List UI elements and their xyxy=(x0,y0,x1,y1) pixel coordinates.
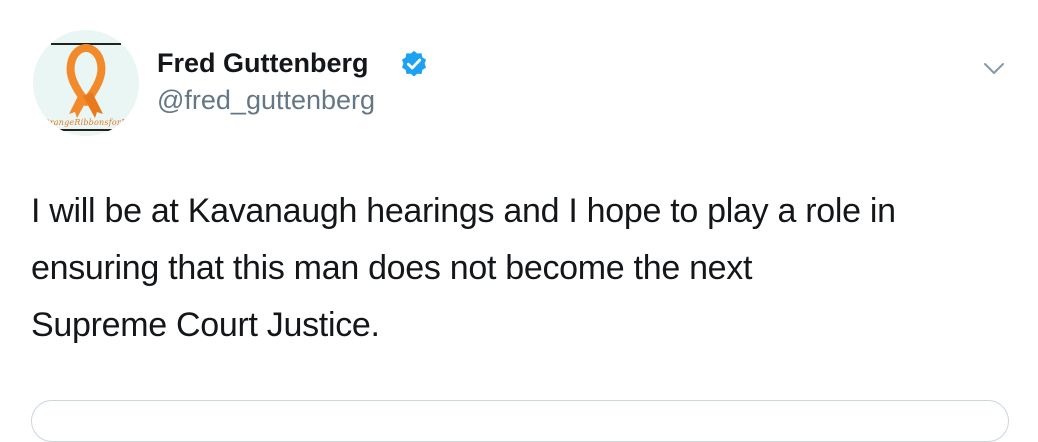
tweet-text: I will be at Kavanaugh hearings and I ho… xyxy=(31,183,1021,354)
chevron-down-icon[interactable] xyxy=(980,54,1008,82)
verified-badge-icon xyxy=(402,50,426,77)
author-handle[interactable]: @fred_guttenberg xyxy=(157,84,375,116)
tweet-card[interactable]: OrangeRibbonsforJa Fred Guttenberg @fred… xyxy=(0,0,1038,442)
avatar[interactable]: OrangeRibbonsforJa xyxy=(33,30,139,136)
avatar-caption: OrangeRibbonsforJa xyxy=(43,118,130,127)
embedded-card[interactable] xyxy=(31,400,1009,442)
tweet-text-line: ensuring that this man does not become t… xyxy=(31,249,753,287)
tweet-text-line: Supreme Court Justice. xyxy=(31,306,380,344)
author-display-name[interactable]: Fred Guttenberg xyxy=(157,47,369,79)
tweet-text-line: I will be at Kavanaugh hearings and I ho… xyxy=(31,192,896,230)
